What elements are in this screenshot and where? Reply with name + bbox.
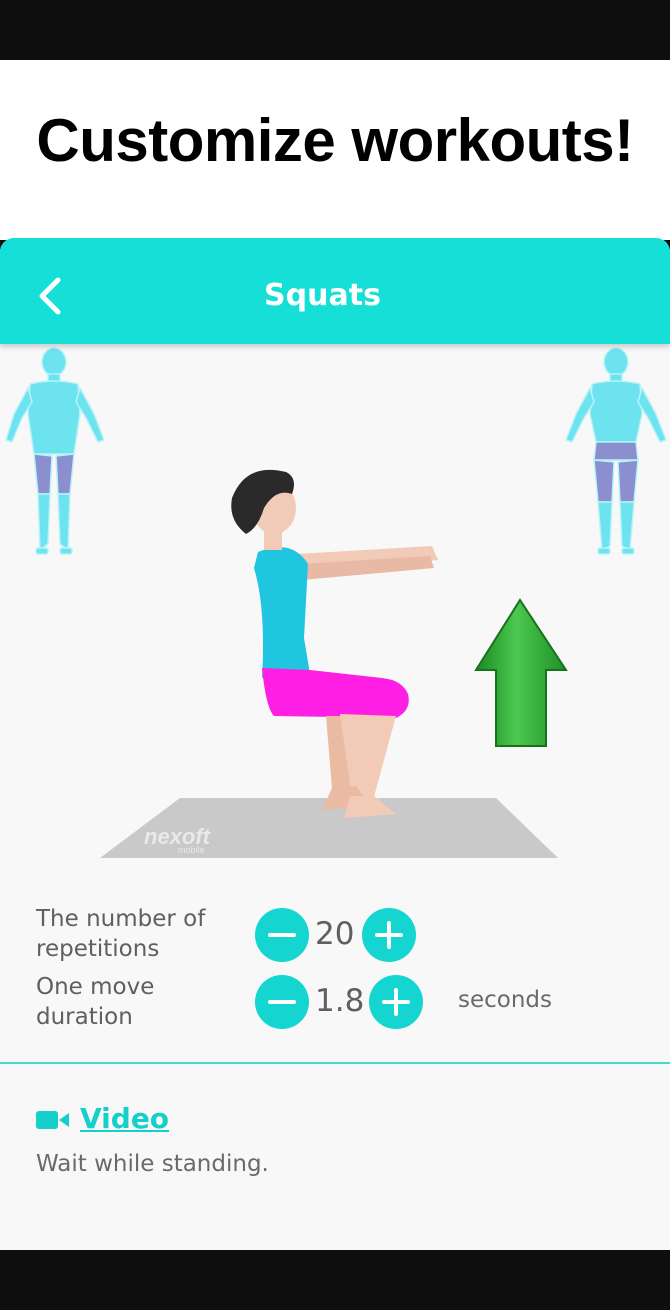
increase-repetitions-button[interactable] [362,908,416,962]
app-bar: Squats [0,238,670,344]
repetitions-label-line2: repetitions [36,936,160,962]
repetitions-label-line1: The number of [36,906,206,932]
up-arrow-icon [474,598,568,747]
decrease-duration-button[interactable] [255,975,309,1029]
person-figure [231,469,438,818]
decrease-repetitions-button[interactable] [255,908,309,962]
video-camera-icon [36,1111,69,1129]
promo-banner: Customize workouts! [0,60,670,240]
repetitions-value: 20 [315,916,355,952]
minus-icon [268,1000,296,1004]
navigation-bar [0,1250,670,1310]
section-divider [0,1062,670,1064]
status-bar [0,0,670,60]
plus-icon [375,921,403,949]
duration-value: 1.8 [315,983,365,1019]
duration-unit: seconds [458,987,553,1013]
duration-label-line2: duration [36,1004,133,1030]
exercise-screen: Squats nexoft mobile The number of repet… [0,238,670,1250]
duration-label: One move duration [36,972,154,1032]
minus-icon [268,933,296,937]
svg-text:mobile: mobile [178,845,205,855]
increase-duration-button[interactable] [369,975,423,1029]
repetitions-label: The number of repetitions [36,904,205,964]
video-link-label[interactable]: Video [80,1102,169,1135]
promo-title: Customize workouts! [36,107,634,174]
plus-icon [382,988,410,1016]
exercise-title: Squats [264,278,381,313]
exercise-description: Wait while standing. [36,1151,269,1177]
muscle-map-front [5,347,105,555]
muscle-map-back [565,347,667,555]
duration-label-line1: One move [36,974,155,1000]
